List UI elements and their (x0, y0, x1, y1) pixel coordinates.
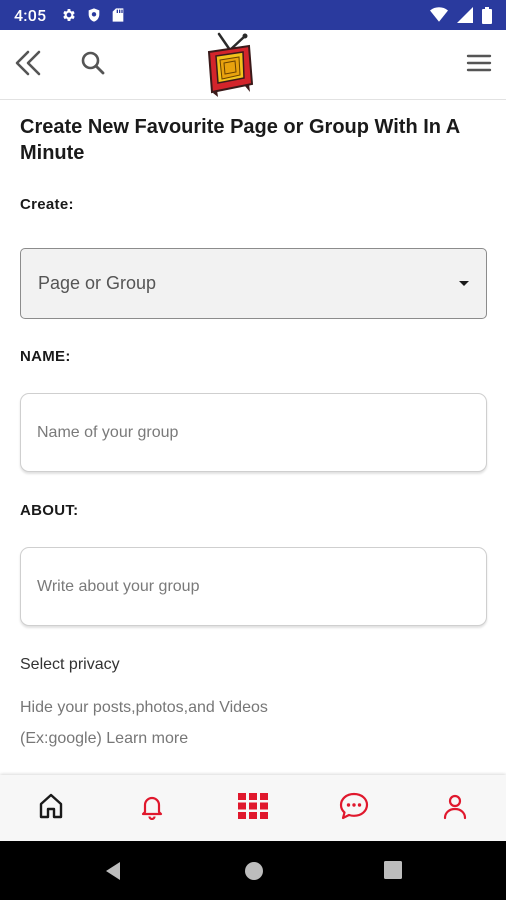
system-recents-icon[interactable] (384, 861, 402, 884)
name-field-container (20, 393, 487, 472)
bottom-nav (0, 775, 506, 841)
status-time: 4:05 (14, 5, 47, 25)
dropdown-arrow-icon (459, 281, 469, 286)
signal-icon (457, 7, 473, 23)
screen: 4:05 Create New Favourite Page or Group … (0, 0, 506, 900)
nav-home[interactable] (21, 783, 81, 833)
nav-apps[interactable] (223, 783, 283, 833)
search-icon (80, 50, 106, 81)
create-type-select[interactable]: Page or Group (20, 248, 487, 319)
battery-icon (482, 6, 492, 24)
tv-logo[interactable] (205, 32, 255, 98)
search-button[interactable] (78, 50, 108, 80)
wifi-icon (430, 7, 448, 23)
privacy-example-line: (Ex:google) Learn more (20, 730, 188, 748)
back-button[interactable] (12, 50, 44, 80)
create-label: Create: (20, 196, 74, 213)
create-type-value: Page or Group (38, 273, 157, 293)
gear-icon (61, 7, 77, 23)
about-field-container (20, 547, 487, 626)
sd-card-icon (111, 7, 125, 23)
privacy-description: Hide your posts,photos,and Videos (20, 699, 268, 716)
privacy-example: (Ex:google) (20, 730, 102, 747)
system-back-icon[interactable] (103, 861, 123, 886)
home-icon (37, 792, 65, 825)
chat-icon (338, 791, 370, 826)
create-page-form: Create New Favourite Page or Group With … (20, 100, 487, 747)
system-navigation-bar (0, 841, 506, 900)
menu-button[interactable] (464, 50, 494, 80)
name-label: NAME: (20, 348, 71, 365)
double-chevron-left-icon (13, 49, 43, 82)
privacy-title: Select privacy (20, 656, 120, 673)
status-right-icons (430, 6, 492, 24)
system-home-icon[interactable] (244, 861, 264, 886)
page-title: Create New Favourite Page or Group With … (20, 116, 460, 164)
about-input[interactable] (37, 577, 470, 596)
nav-notifications[interactable] (122, 783, 182, 833)
bell-icon (138, 792, 166, 825)
hamburger-menu-icon (466, 53, 492, 78)
status-left-icons (61, 7, 125, 23)
status-bar: 4:05 (0, 0, 506, 30)
learn-more-link[interactable]: Learn more (106, 730, 188, 747)
nav-profile[interactable] (425, 783, 485, 833)
name-input[interactable] (37, 423, 470, 442)
profile-icon (441, 792, 469, 825)
app-bar (0, 30, 506, 100)
about-label: ABOUT: (20, 502, 79, 519)
shield-icon (86, 7, 102, 23)
nav-messages[interactable] (324, 783, 384, 833)
grid-icon (237, 792, 268, 824)
